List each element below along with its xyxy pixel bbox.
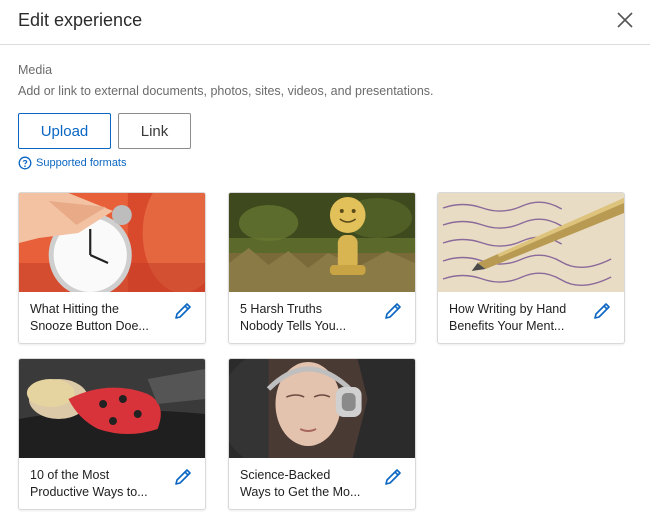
media-item-title-line: Science-Backed [240, 468, 331, 482]
media-item-title-line: Productive Ways to... [30, 485, 148, 499]
media-item-card[interactable]: 10 of the Most Productive Ways to... [18, 358, 206, 510]
media-section-label: Media [18, 63, 53, 77]
media-item-title: 10 of the Most Productive Ways to... [30, 467, 170, 501]
media-item-title: How Writing by Hand Benefits Your Ment..… [449, 301, 589, 335]
media-item-title-line: 5 Harsh Truths [240, 302, 322, 316]
media-item-title-line: 10 of the Most [30, 468, 110, 482]
help-circle-icon [18, 156, 32, 170]
media-item-title: 5 Harsh Truths Nobody Tells You... [240, 301, 380, 335]
media-item-card[interactable]: How Writing by Hand Benefits Your Ment..… [437, 192, 625, 344]
media-item-title-line: Ways to Get the Mo... [240, 485, 361, 499]
media-item-title: Science-Backed Ways to Get the Mo... [240, 467, 380, 501]
smiley-figure-thumbnail [229, 193, 415, 292]
sleeping-person-thumbnail [19, 359, 205, 458]
modal-title: Edit experience [18, 10, 143, 30]
media-item-card[interactable]: What Hitting the Snooze Button Doe... [18, 192, 206, 344]
pencil-icon[interactable] [383, 301, 403, 321]
media-item-title: What Hitting the Snooze Button Doe... [30, 301, 170, 335]
media-item-title-line: Nobody Tells You... [240, 319, 347, 333]
media-item-title-line: Snooze Button Doe... [30, 319, 149, 333]
media-description: Add or link to external documents, photo… [18, 84, 434, 98]
pencil-icon[interactable] [383, 467, 403, 487]
headphones-person-thumbnail [229, 359, 415, 458]
pencil-icon[interactable] [173, 467, 193, 487]
link-button[interactable]: Link [118, 113, 191, 149]
media-item-card[interactable]: 5 Harsh Truths Nobody Tells You... [228, 192, 416, 344]
media-item-card[interactable]: Science-Backed Ways to Get the Mo... [228, 358, 416, 510]
media-item-title-line: How Writing by Hand [449, 302, 567, 316]
handwriting-pen-thumbnail [438, 193, 624, 292]
modal-header: Edit experience [0, 0, 650, 45]
pencil-icon[interactable] [173, 301, 193, 321]
upload-button[interactable]: Upload [18, 113, 111, 149]
close-icon[interactable] [614, 9, 636, 31]
supported-formats-link[interactable]: Supported formats [18, 156, 127, 170]
media-item-title-line: What Hitting the [30, 302, 119, 316]
supported-formats-label: Supported formats [36, 157, 127, 169]
alarm-clock-thumbnail [19, 193, 205, 292]
pencil-icon[interactable] [592, 301, 612, 321]
media-item-title-line: Benefits Your Ment... [449, 319, 565, 333]
